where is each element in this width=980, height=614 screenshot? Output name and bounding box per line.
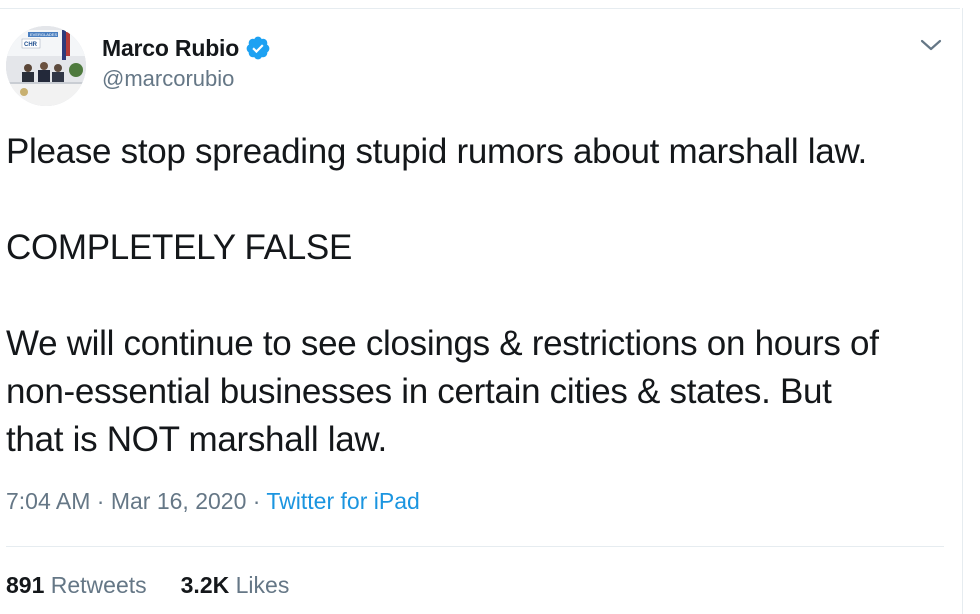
verified-badge-icon <box>245 35 271 61</box>
likes-count: 3.2K <box>180 572 230 598</box>
avatar-photo: EVERGLADES CHR <box>6 26 86 106</box>
avatar[interactable]: EVERGLADES CHR <box>6 26 86 106</box>
tweet-line: Please stop spreading stupid rumors abou… <box>6 132 867 171</box>
chevron-down-icon[interactable] <box>918 34 944 56</box>
tweet-line: COMPLETELY FALSE <box>6 228 352 267</box>
likes-stat[interactable]: 3.2K Likes <box>181 572 290 599</box>
likes-label: Likes <box>235 572 290 598</box>
retweets-stat[interactable]: 891 Retweets <box>6 572 147 599</box>
retweets-label: Retweets <box>50 572 147 598</box>
tweet-line: that is NOT marshall law. <box>6 420 387 459</box>
tweet-line: We will continue to see closings & restr… <box>6 324 879 363</box>
right-border <box>962 8 963 614</box>
tweet-time[interactable]: 7:04 AM <box>6 488 90 514</box>
separator: · <box>90 488 111 514</box>
tweet-stats: 891 Retweets 3.2K Likes <box>6 572 323 599</box>
tweet-date[interactable]: Mar 16, 2020 <box>111 488 247 514</box>
top-divider <box>0 8 960 9</box>
tweet-source-link[interactable]: Twitter for iPad <box>266 488 419 514</box>
author-block: Marco Rubio @marcorubio <box>102 32 271 92</box>
tweet-line: non-essential businesses in certain citi… <box>6 372 832 411</box>
tweet-text: Please stop spreading stupid rumors abou… <box>6 128 951 464</box>
tweet-meta: 7:04 AM · Mar 16, 2020 · Twitter for iPa… <box>6 488 420 515</box>
handle[interactable]: @marcorubio <box>102 66 271 92</box>
retweets-count: 891 <box>6 572 45 598</box>
avatar-logo-text: CHR <box>24 42 38 48</box>
name-row: Marco Rubio <box>102 32 271 64</box>
separator: · <box>246 488 267 514</box>
avatar-sign-text: EVERGLADES <box>30 32 57 37</box>
display-name[interactable]: Marco Rubio <box>102 35 239 62</box>
stats-divider <box>6 546 944 547</box>
